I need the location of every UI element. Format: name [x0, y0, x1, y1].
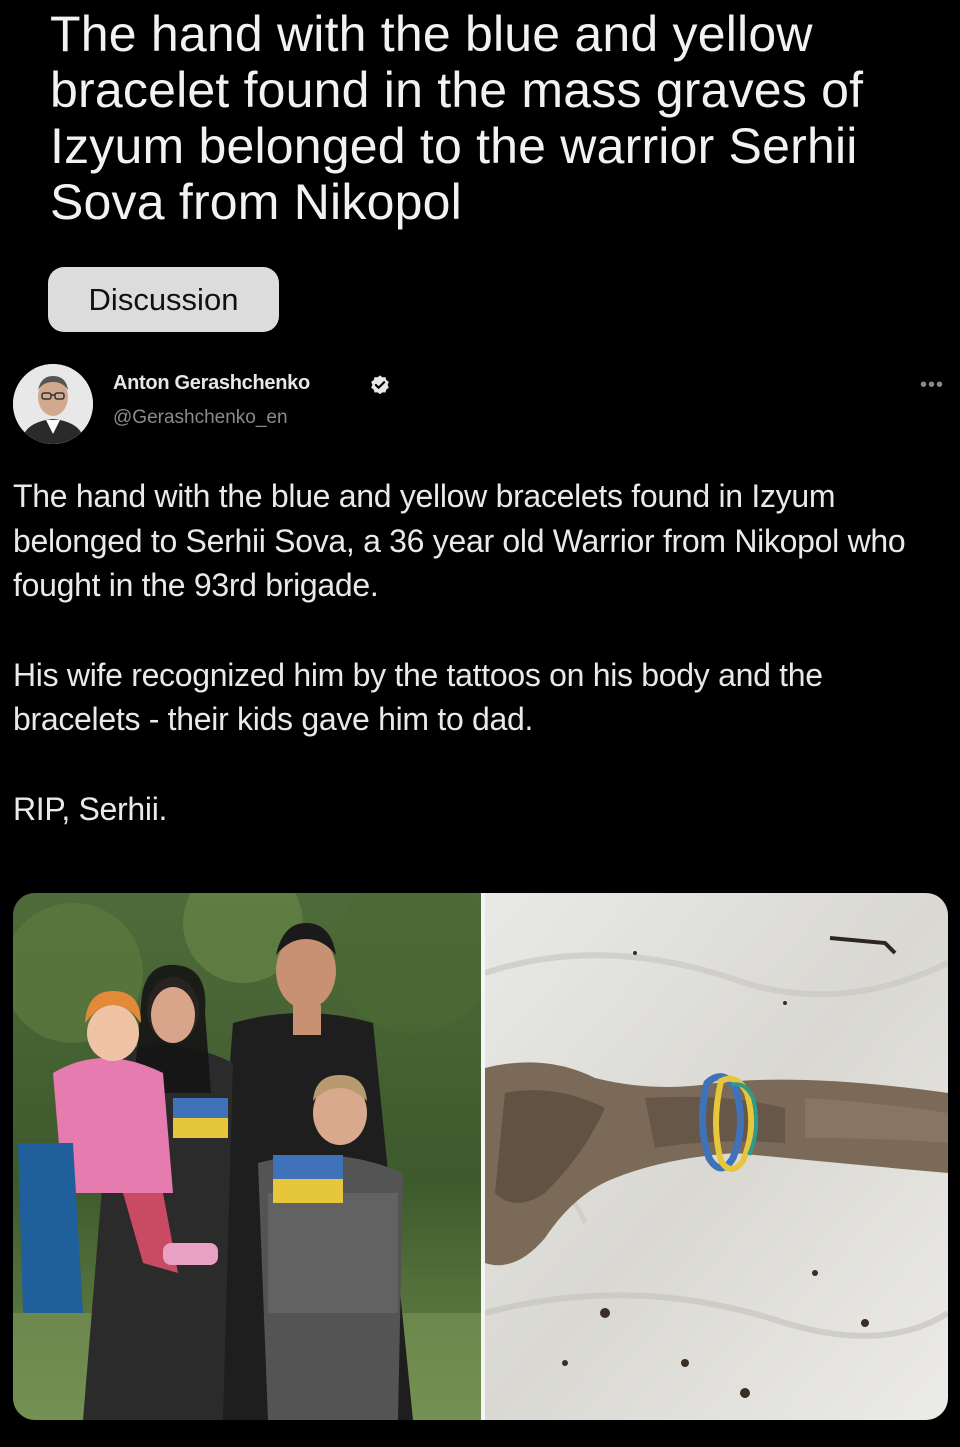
- tweet-text: The hand with the blue and yellow bracel…: [13, 474, 948, 876]
- tweet-handle[interactable]: @Gerashchenko_en: [113, 407, 288, 429]
- avatar[interactable]: [13, 364, 93, 444]
- post-title: The hand with the blue and yellow bracel…: [50, 6, 864, 230]
- tweet-author-name[interactable]: Anton Gerashchenko: [113, 372, 310, 395]
- family-photo[interactable]: [13, 893, 481, 1420]
- avatar-photo: [13, 364, 93, 444]
- tweet-paragraph: RIP, Serhii.: [13, 790, 168, 827]
- verified-badge-icon: [371, 375, 389, 395]
- bracelet-photo[interactable]: [485, 893, 948, 1420]
- tweet-paragraph: The hand with the blue and yellow bracel…: [13, 478, 906, 603]
- tweet-paragraph: His wife recognized him by the tattoos o…: [13, 656, 823, 738]
- more-horizontal-icon[interactable]: •••: [920, 374, 944, 397]
- tweet-media[interactable]: [13, 893, 948, 1420]
- discussion-flair[interactable]: Discussion: [48, 267, 279, 332]
